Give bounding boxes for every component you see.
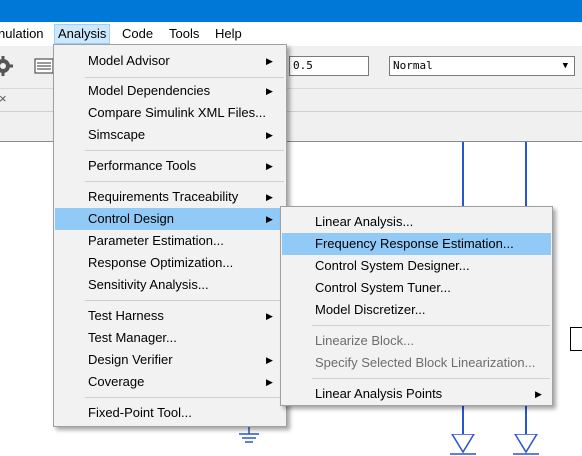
menu-item-response-optimization[interactable]: Response Optimization... (55, 252, 285, 274)
menu-item-label: Performance Tools (88, 158, 197, 173)
menu-item-fixed-point-tool[interactable]: Fixed-Point Tool... (55, 402, 285, 424)
menu-item-label: Frequency Response Estimation... (315, 236, 514, 251)
menu-separator (85, 300, 284, 301)
gear-icon[interactable] (0, 55, 14, 77)
menu-item-linear-analysis[interactable]: Linear Analysis... (282, 211, 551, 233)
menu-item-design-verifier[interactable]: Design Verifier ▶ (55, 349, 285, 371)
block-port[interactable] (570, 327, 582, 351)
menu-item-control-system-designer[interactable]: Control System Designer... (282, 255, 551, 277)
menu-item-label: Control Design (88, 211, 174, 226)
menu-item-test-harness[interactable]: Test Harness ▶ (55, 305, 285, 327)
submenu-arrow-icon: ▶ (266, 311, 273, 321)
model-explorer-icon[interactable] (34, 58, 54, 74)
menu-item-model-advisor[interactable]: Model Advisor ▶ (55, 50, 285, 72)
menu-item-label: Test Manager... (88, 330, 177, 345)
submenu-arrow-icon: ▶ (266, 130, 273, 140)
menu-separator (85, 77, 284, 78)
menu-analysis[interactable]: Analysis (54, 24, 111, 44)
menu-item-label: Fixed-Point Tool... (88, 405, 192, 420)
menu-item-label: Requirements Traceability (88, 189, 239, 204)
menu-item-model-discretizer[interactable]: Model Discretizer... (282, 299, 551, 321)
menu-separator (312, 325, 550, 326)
submenu-arrow-icon: ▶ (266, 355, 273, 365)
stop-time-input[interactable]: 0.5 (289, 56, 369, 76)
menu-item-control-design[interactable]: Control Design ▶ (55, 208, 285, 230)
simulation-mode-value: Normal (393, 59, 433, 72)
submenu-arrow-icon: ▶ (266, 161, 273, 171)
chevron-down-icon: ▼ (562, 61, 568, 71)
menu-item-label: Response Optimization... (88, 255, 234, 270)
close-tab-icon[interactable]: × (0, 91, 7, 106)
menu-item-compare-simulink-xml[interactable]: Compare Simulink XML Files... (55, 102, 285, 124)
menu-tools[interactable]: Tools (169, 25, 199, 43)
menu-code[interactable]: Code (122, 25, 153, 43)
menu-item-label: Design Verifier (88, 352, 173, 367)
menu-item-label: Coverage (88, 374, 145, 389)
menu-separator (85, 397, 284, 398)
electrical-reference-icon[interactable] (236, 426, 262, 446)
ground-block-icon[interactable] (450, 434, 476, 456)
menu-item-label: Control System Designer... (315, 258, 470, 273)
submenu-arrow-icon: ▶ (266, 377, 273, 387)
menu-item-label: Specify Selected Block Linearization... (315, 355, 536, 370)
menu-item-control-system-tuner[interactable]: Control System Tuner... (282, 277, 551, 299)
menu-simulation[interactable]: nulation (0, 25, 44, 43)
menu-item-label: Model Discretizer... (315, 302, 426, 317)
menu-item-label: Sensitivity Analysis... (88, 277, 209, 292)
menu-item-label: Linearize Block... (315, 333, 414, 348)
menu-item-label: Parameter Estimation... (88, 233, 224, 248)
menu-item-label: Compare Simulink XML Files... (88, 105, 266, 120)
submenu-arrow-icon: ▶ (266, 86, 273, 96)
menu-item-model-dependencies[interactable]: Model Dependencies ▶ (55, 80, 285, 102)
menu-item-frequency-response-estimation[interactable]: Frequency Response Estimation... (282, 233, 551, 255)
submenu-arrow-icon: ▶ (266, 214, 273, 224)
menu-help[interactable]: Help (215, 25, 242, 43)
menu-item-label: Test Harness (88, 308, 164, 323)
menu-separator (312, 378, 550, 379)
menu-item-label: Simscape (88, 127, 146, 142)
simulation-mode-select[interactable]: Normal ▼ (389, 56, 575, 76)
ground-block-icon[interactable] (513, 434, 539, 456)
menu-item-specify-selected-block-linearization[interactable]: Specify Selected Block Linearization... (282, 352, 551, 374)
menu-item-test-manager[interactable]: Test Manager... (55, 327, 285, 349)
menu-item-simscape[interactable]: Simscape ▶ (55, 124, 285, 146)
submenu-arrow-icon: ▶ (266, 56, 273, 66)
menu-item-label: Model Advisor (88, 53, 170, 68)
menu-bar: nulation Analysis Code Tools Help (0, 22, 582, 46)
menu-separator (85, 150, 284, 151)
menu-item-label: Linear Analysis Points (315, 386, 443, 401)
menu-item-linear-analysis-points[interactable]: Linear Analysis Points ▶ (282, 383, 551, 405)
control-design-submenu: Linear Analysis... Frequency Response Es… (280, 206, 553, 406)
analysis-menu: Model Advisor ▶ Model Dependencies ▶ Com… (53, 44, 287, 427)
menu-item-coverage[interactable]: Coverage ▶ (55, 371, 285, 393)
menu-item-label: Linear Analysis... (315, 214, 414, 229)
menu-item-requirements-traceability[interactable]: Requirements Traceability ▶ (55, 186, 285, 208)
menu-item-label: Model Dependencies (88, 83, 211, 98)
title-bar (0, 0, 582, 22)
menu-item-linearize-block[interactable]: Linearize Block... (282, 330, 551, 352)
menu-item-label: Control System Tuner... (315, 280, 451, 295)
submenu-arrow-icon: ▶ (535, 389, 542, 399)
menu-separator (85, 181, 284, 182)
menu-item-parameter-estimation[interactable]: Parameter Estimation... (55, 230, 285, 252)
menu-item-performance-tools[interactable]: Performance Tools ▶ (55, 155, 285, 177)
menu-item-sensitivity-analysis[interactable]: Sensitivity Analysis... (55, 274, 285, 296)
submenu-arrow-icon: ▶ (266, 192, 273, 202)
